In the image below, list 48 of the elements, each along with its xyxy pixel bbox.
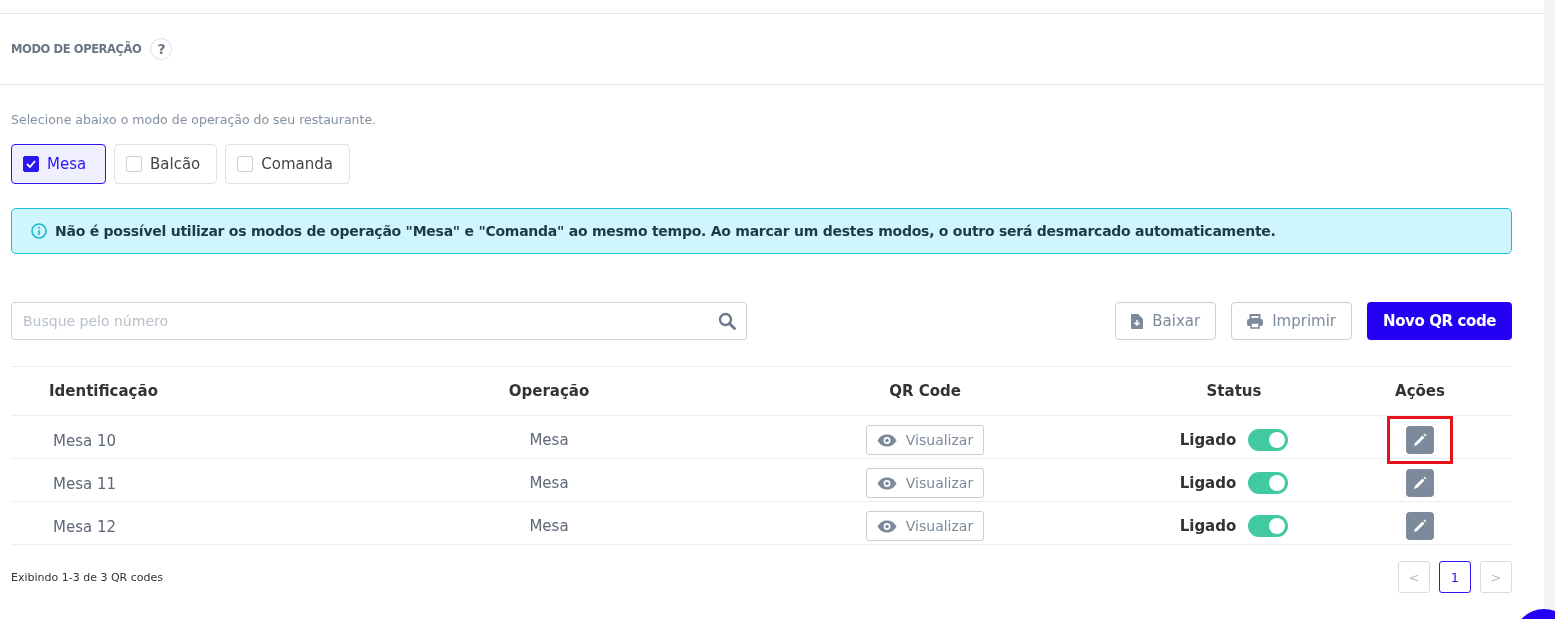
edit-button[interactable] [1406, 512, 1434, 540]
search-icon [718, 312, 736, 330]
table-cell: Mesa [529, 474, 569, 492]
mode-checkbox[interactable]: Balcão [114, 144, 218, 184]
edit-button[interactable] [1406, 469, 1434, 497]
printer-icon [1247, 313, 1264, 329]
description-text: Selecione abaixo o modo de operação do seu restaurante. [11, 112, 378, 127]
view-button[interactable]: Visualizar [865, 468, 985, 498]
next-page-button[interactable]: > [1480, 561, 1512, 593]
mode-checkbox[interactable]: Mesa [11, 144, 106, 184]
eye-icon [876, 433, 897, 447]
file-download-icon [1131, 313, 1144, 329]
edit-button[interactable] [1406, 426, 1434, 454]
new-qr-code-button[interactable]: Novo QR code [1367, 302, 1512, 340]
column-header: Operação [507, 382, 591, 400]
column-header: Status [1205, 382, 1263, 400]
status-toggle[interactable] [1248, 429, 1289, 451]
table-cell: Mesa [529, 431, 569, 449]
table-cell: Mesa 11 [53, 474, 117, 493]
checkmark-icon [26, 160, 36, 168]
status-toggle[interactable] [1248, 472, 1289, 494]
mode-checkbox[interactable]: Comanda [225, 144, 350, 184]
eye-icon [876, 519, 897, 533]
download-button[interactable]: Baixar [1115, 302, 1217, 340]
pencil-icon [1413, 519, 1427, 533]
alert-text: Não é possível utilizar os modos de operação "Mesa" e "Comanda" ao mesmo tempo. Ao marcar um destes modos, o outro será desmarcado automaticamente. [55, 223, 1276, 239]
pencil-icon [1413, 476, 1427, 490]
status-label: Ligado [1179, 517, 1237, 535]
info-icon [31, 223, 47, 239]
column-header: Identificação [48, 382, 159, 400]
view-button[interactable]: Visualizar [865, 425, 985, 455]
column-header: Ações [1394, 382, 1446, 400]
column-header: QR Code [888, 382, 962, 400]
status-label: Ligado [1179, 431, 1237, 449]
eye-icon [876, 476, 897, 490]
section-title: MODO DE OPERAÇÃO [11, 42, 142, 56]
search-field[interactable]: Busque pelo número [11, 302, 747, 340]
table-cell: Mesa 10 [53, 431, 117, 450]
table-cell: Mesa 12 [53, 517, 117, 536]
view-button[interactable]: Visualizar [865, 511, 985, 541]
print-button[interactable]: Imprimir [1231, 302, 1352, 340]
status-label: Ligado [1179, 474, 1237, 492]
page-button[interactable]: 1 [1439, 561, 1471, 593]
status-toggle[interactable] [1248, 515, 1289, 537]
table-cell: Mesa [529, 517, 569, 535]
results-count: Exibindo 1-3 de 3 QR codes [11, 570, 163, 584]
pencil-icon [1413, 433, 1427, 447]
previous-page-button[interactable]: < [1398, 561, 1430, 593]
